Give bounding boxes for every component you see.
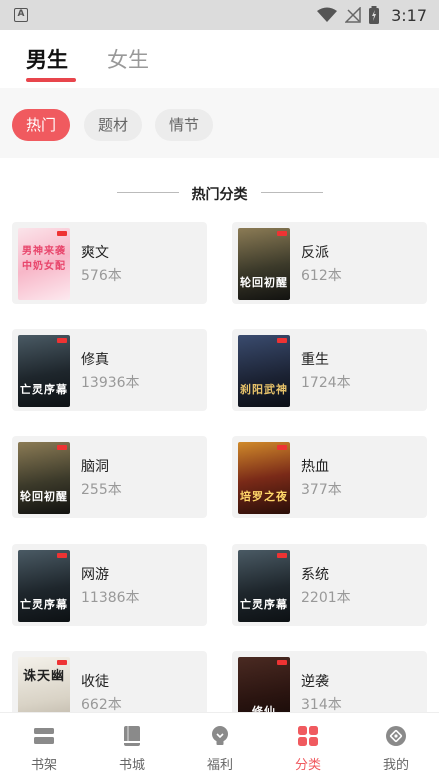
book-cover: 轮回初醒 [238, 228, 290, 300]
nav-label: 分类 [294, 758, 321, 773]
category-content[interactable]: 热门 题材 情节 热门分类 男神来袭中奶女配 爽文 576本 轮回初醒 反派 6… [0, 88, 439, 712]
clock: 3:17 [391, 5, 427, 25]
category-count: 377本 [301, 482, 342, 498]
category-card-wangyou[interactable]: 亡灵序幕 网游 11386本 [12, 544, 207, 626]
category-grid-icon [298, 726, 318, 746]
filter-bar: 热门 题材 情节 [0, 88, 439, 158]
category-card-chongsheng[interactable]: 刹阳武神 重生 1724本 [232, 329, 427, 411]
tab-female[interactable]: 女生 [107, 44, 149, 74]
category-card-naodong[interactable]: 轮回初醒 脑洞 255本 [12, 436, 207, 518]
wifi-icon [317, 7, 338, 22]
section-divider-right [261, 192, 323, 193]
app-notification-icon: A [14, 8, 28, 22]
category-card-shuangwen[interactable]: 男神来袭中奶女配 爽文 576本 [12, 222, 207, 304]
battery-icon [369, 6, 380, 24]
category-card-fanpai[interactable]: 轮回初醒 反派 612本 [232, 222, 427, 304]
filter-plot[interactable]: 情节 [155, 109, 214, 141]
bottom-navigation: 书架 书城 福利 分类 我的 [0, 712, 439, 780]
no-signal-icon [345, 7, 361, 23]
book-icon [124, 726, 140, 746]
category-card-rexue[interactable]: 培罗之夜 热血 377本 [232, 436, 427, 518]
category-card-nixi[interactable]: 修仙 逆袭 314本 [232, 651, 427, 712]
filter-hot[interactable]: 热门 [12, 109, 71, 141]
category-count: 576本 [81, 268, 122, 284]
category-name: 系统 [301, 567, 329, 583]
category-name: 热血 [301, 459, 329, 475]
lightbulb-icon [212, 726, 228, 745]
nav-label: 我的 [382, 758, 409, 773]
category-card-xiuzhen[interactable]: 亡灵序幕 修真 13936本 [12, 329, 207, 411]
category-name: 爽文 [81, 245, 109, 261]
category-name: 脑洞 [81, 459, 109, 475]
section-title: 热门分类 [191, 187, 248, 203]
category-name: 重生 [301, 352, 329, 368]
book-cover: 修仙 [238, 657, 290, 712]
book-cover: 培罗之夜 [238, 442, 290, 514]
category-name: 逆袭 [301, 674, 329, 690]
category-count: 314本 [301, 697, 342, 712]
book-cover: 亡灵序幕 [238, 550, 290, 622]
category-name: 网游 [81, 567, 109, 583]
profile-icon [386, 726, 406, 746]
status-icons: 3:17 [317, 4, 427, 26]
nav-label: 福利 [206, 758, 233, 773]
category-card-shoutu[interactable]: 诛天幽 收徒 662本 [12, 651, 207, 712]
nav-category[interactable]: 分类 [264, 713, 352, 780]
book-cover: 刹阳武神 [238, 335, 290, 407]
status-bar: A 3:17 [0, 0, 439, 30]
category-count: 255本 [81, 482, 122, 498]
category-name: 反派 [301, 245, 329, 261]
category-name: 修真 [81, 352, 109, 368]
nav-label: 书架 [30, 758, 57, 773]
book-cover: 亡灵序幕 [18, 335, 70, 407]
category-count: 662本 [81, 697, 122, 712]
category-count: 13936本 [81, 375, 140, 391]
book-cover: 亡灵序幕 [18, 550, 70, 622]
nav-label: 书城 [118, 758, 145, 773]
category-count: 11386本 [81, 590, 140, 606]
bookshelf-icon [34, 728, 54, 744]
filter-theme[interactable]: 题材 [84, 109, 143, 141]
book-cover: 轮回初醒 [18, 442, 70, 514]
category-count: 612本 [301, 268, 342, 284]
active-tab-indicator [26, 78, 76, 82]
category-card-xitong[interactable]: 亡灵序幕 系统 2201本 [232, 544, 427, 626]
nav-welfare[interactable]: 福利 [176, 713, 264, 780]
book-cover: 男神来袭中奶女配 [18, 228, 70, 300]
category-count: 2201本 [301, 590, 351, 606]
nav-bookstore[interactable]: 书城 [88, 713, 176, 780]
category-name: 收徒 [81, 674, 109, 690]
category-count: 1724本 [301, 375, 351, 391]
nav-bookshelf[interactable]: 书架 [0, 713, 88, 780]
tab-male[interactable]: 男生 [26, 44, 68, 74]
book-cover: 诛天幽 [18, 657, 70, 712]
nav-profile[interactable]: 我的 [352, 713, 439, 780]
